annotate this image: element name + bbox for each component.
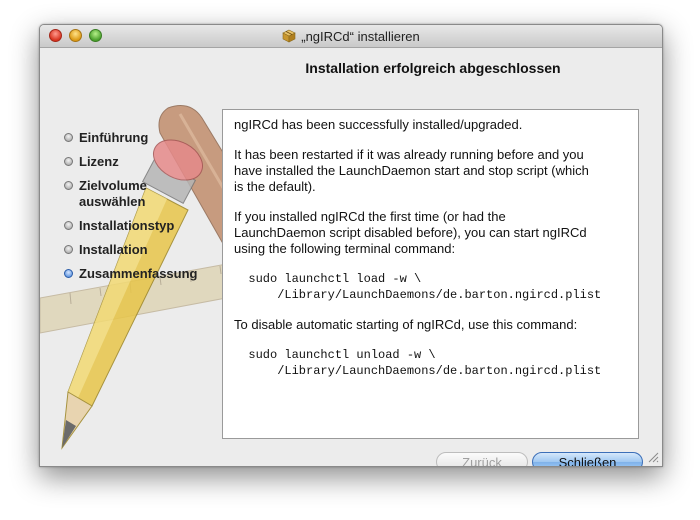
step-destination: Zielvolume auswählen bbox=[64, 178, 224, 210]
step-label: Lizenz bbox=[79, 154, 119, 169]
step-label: Zusammenfassung bbox=[79, 266, 198, 281]
step-label: Installationstyp bbox=[79, 218, 175, 233]
message-paragraph: It has been restarted if it was already … bbox=[234, 147, 589, 194]
step-bullet-icon bbox=[64, 133, 73, 142]
window-title-group: „ngIRCd“ installieren bbox=[40, 25, 662, 47]
step-label: Zielvolume auswählen bbox=[79, 178, 147, 209]
step-bullet-icon bbox=[64, 157, 73, 166]
step-label: Installation bbox=[79, 242, 148, 257]
step-label: Einführung bbox=[79, 130, 149, 145]
message-paragraph: If you installed ngIRCd the first time (… bbox=[234, 209, 587, 256]
step-installation: Installation bbox=[64, 242, 224, 258]
summary-text-area[interactable]: ngIRCd has been successfully installed/u… bbox=[222, 109, 639, 439]
step-license: Lizenz bbox=[64, 154, 224, 170]
resize-grip-icon[interactable] bbox=[647, 451, 659, 463]
step-bullet-icon bbox=[64, 245, 73, 254]
step-bullet-active-icon bbox=[64, 269, 73, 278]
message-paragraph: ngIRCd has been successfully installed/u… bbox=[234, 117, 523, 132]
installer-window: „ngIRCd“ installieren Installation erfol… bbox=[39, 24, 663, 467]
installer-steps: Einführung Lizenz Zielvolume auswählen I… bbox=[64, 130, 224, 290]
step-bullet-icon bbox=[64, 181, 73, 190]
page-heading: Installation erfolgreich abgeschlossen bbox=[305, 60, 561, 76]
step-bullet-icon bbox=[64, 221, 73, 230]
package-icon bbox=[282, 29, 296, 43]
step-introduction: Einführung bbox=[64, 130, 224, 146]
command-unload: sudo launchctl unload -w \ /Library/Laun… bbox=[248, 348, 602, 378]
close-button[interactable]: Schließen bbox=[532, 452, 643, 466]
command-load: sudo launchctl load -w \ /Library/Launch… bbox=[248, 272, 602, 302]
title-bar[interactable]: „ngIRCd“ installieren bbox=[40, 25, 662, 48]
message-paragraph: To disable automatic starting of ngIRCd,… bbox=[234, 317, 578, 332]
step-installation-type: Installationstyp bbox=[64, 218, 224, 234]
installer-content: Installation erfolgreich abgeschlossen E… bbox=[40, 48, 662, 466]
step-summary: Zusammenfassung bbox=[64, 266, 224, 282]
back-button[interactable]: Zurück bbox=[436, 452, 528, 466]
window-title: „ngIRCd“ installieren bbox=[301, 28, 420, 44]
